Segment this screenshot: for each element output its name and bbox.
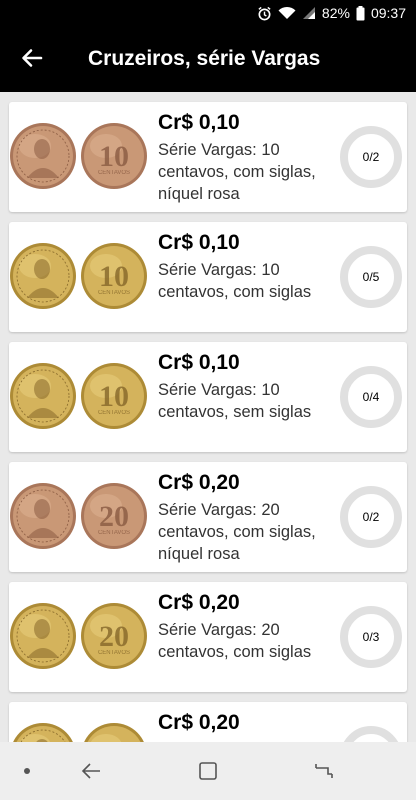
coin-reverse-image: 10 CENTAVOS xyxy=(80,242,148,310)
collection-progress-ring: 0/2 xyxy=(339,485,403,549)
collection-progress-ring: 0/2 xyxy=(339,125,403,189)
coin-description: Série Vargas: 10 centavos, com siglas xyxy=(158,261,312,301)
coin-description: Série Vargas: 10 centavos, sem siglas xyxy=(158,381,312,421)
coin-value: Cr$ 0,10 xyxy=(158,111,240,134)
clock: 09:37 xyxy=(370,5,406,21)
collection-progress-ring: 0/5 xyxy=(339,725,403,742)
collection-progress-ring: 0/4 xyxy=(339,365,403,429)
coin-list[interactable]: 10 CENTAVOS Cr$ 0,10 Série Vargas: 10 centa… xyxy=(0,92,416,742)
coin-reverse-image: 20CENTAVOS xyxy=(80,722,148,742)
coin-value: Cr$ 0,10 xyxy=(158,351,240,374)
coin-value: Cr$ 0,20 xyxy=(158,471,240,494)
collection-progress-ring: 0/3 xyxy=(339,605,403,669)
coin-obverse-image xyxy=(9,602,77,670)
recents-icon[interactable] xyxy=(309,756,339,786)
svg-text:10: 10 xyxy=(99,260,129,293)
progress-count: 0/3 xyxy=(362,630,380,644)
home-square-icon[interactable] xyxy=(193,756,223,786)
coin-obverse-image xyxy=(9,722,77,742)
svg-text:10: 10 xyxy=(99,380,129,413)
svg-text:CENTAVOS: CENTAVOS xyxy=(98,650,130,656)
page-title: Cruzeiros, série Vargas xyxy=(88,47,321,70)
svg-text:10: 10 xyxy=(99,140,129,173)
coin-description: Série Vargas: 20 centavos, com siglas, n… xyxy=(158,501,316,563)
progress-count: 0/5 xyxy=(339,725,403,742)
coin-value: Cr$ 0,20 xyxy=(158,591,240,614)
coin-reverse-image: 10 CENTAVOS xyxy=(80,362,148,430)
back-button[interactable] xyxy=(12,40,52,80)
progress-count: 0/4 xyxy=(362,390,380,404)
progress-count: 0/2 xyxy=(362,510,380,524)
progress-count: 0/5 xyxy=(362,270,380,284)
wifi-icon xyxy=(278,6,296,20)
battery-icon xyxy=(356,5,365,21)
svg-text:20: 20 xyxy=(99,500,129,533)
coin-list-item[interactable]: 10 CENTAVOS Cr$ 0,10 Série Vargas: 10 centa… xyxy=(9,342,407,452)
coin-reverse-image: 10 CENTAVOS xyxy=(80,122,148,190)
coin-list-item[interactable]: 10 CENTAVOS Cr$ 0,10 Série Vargas: 10 centa… xyxy=(9,222,407,332)
alarm-icon xyxy=(257,6,272,21)
collection-progress-ring: 0/5 xyxy=(339,245,403,309)
battery-level: 82% xyxy=(321,5,350,21)
progress-count: 0/2 xyxy=(362,150,380,164)
coin-obverse-image xyxy=(9,122,77,190)
coin-value: Cr$ 0,10 xyxy=(158,231,240,254)
coin-list-item[interactable]: 10 CENTAVOS Cr$ 0,10 Série Vargas: 10 centa… xyxy=(9,102,407,212)
coin-list-item[interactable]: 20CENTAVOSCr$ 0,20Série Vargas: 20 centa… xyxy=(9,702,407,742)
coin-obverse-image xyxy=(9,362,77,430)
status-bar: 82% 09:37 xyxy=(0,0,416,28)
coin-description: Série Vargas: 20 centavos, com siglas xyxy=(158,621,312,661)
svg-text:CENTAVOS: CENTAVOS xyxy=(98,530,130,536)
coin-reverse-image: 20CENTAVOS xyxy=(80,482,148,550)
coin-obverse-image xyxy=(9,242,77,310)
svg-text:CENTAVOS: CENTAVOS xyxy=(98,170,130,176)
coin-list-item[interactable]: 20CENTAVOS Cr$ 0,20 Série Vargas: 20 centa… xyxy=(9,462,407,572)
svg-text:CENTAVOS: CENTAVOS xyxy=(98,410,130,416)
navigation-bar xyxy=(0,742,416,800)
coin-reverse-image: 20CENTAVOS xyxy=(80,602,148,670)
coin-description: Série Vargas: 10 centavos, com siglas, n… xyxy=(158,141,316,203)
dot-icon[interactable] xyxy=(12,756,42,786)
svg-text:CENTAVOS: CENTAVOS xyxy=(98,290,130,296)
coin-list-item[interactable]: 20CENTAVOS Cr$ 0,20 Série Vargas: 20 centa… xyxy=(9,582,407,692)
svg-text:20: 20 xyxy=(99,620,129,653)
nav-back-icon[interactable] xyxy=(76,756,106,786)
coin-obverse-image xyxy=(9,482,77,550)
signal-icon xyxy=(302,6,316,20)
arrow-left-icon xyxy=(21,47,43,74)
app-bar: Cruzeiros, série Vargas xyxy=(0,28,416,92)
coin-value: Cr$ 0,20 xyxy=(158,711,240,734)
